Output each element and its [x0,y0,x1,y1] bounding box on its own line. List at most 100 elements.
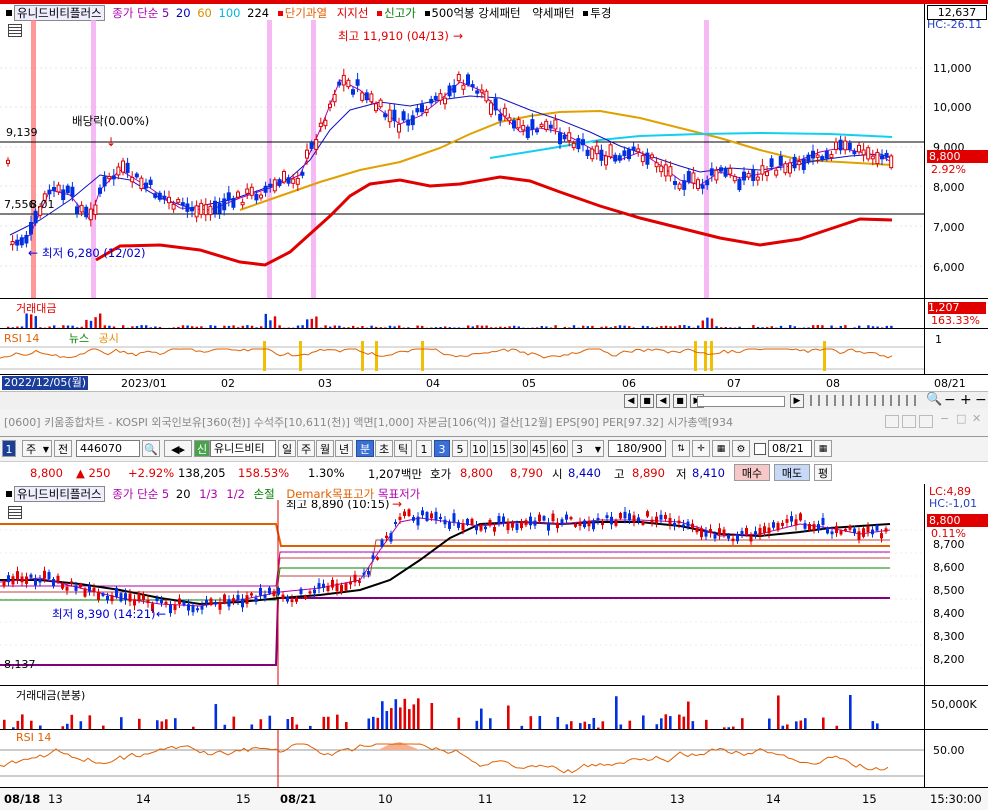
window-tools-icon[interactable] [885,415,899,428]
bottom-legend-demark-low[interactable]: 목표저가 [378,487,420,501]
scroll-play-button[interactable]: ◀ [656,394,670,408]
legend-investment-alert[interactable]: 투경 [590,6,611,20]
candle [853,528,856,534]
candle [387,109,392,123]
minute-60[interactable]: 60 [550,440,568,457]
legend-ma-20[interactable]: 20 [176,6,191,20]
legend-support[interactable]: 지지선 [337,6,369,20]
volume-panel[interactable]: 거래대금 [0,298,924,329]
minute-45[interactable]: 45 [530,440,548,457]
bottom-legend-ma-1-2[interactable]: 1/2 [226,487,245,501]
candle [227,599,231,607]
volume-bar [327,716,330,730]
minute-3[interactable]: 3 [434,440,450,457]
period-select[interactable]: 주 ▼ [22,440,52,457]
market-select[interactable]: 전 [54,440,72,457]
eval-button[interactable]: 평 [814,464,832,481]
stock-name-field[interactable]: 유니드비티 [210,440,276,457]
minute-volume-panel[interactable]: 거래대금(분봉) [0,685,924,730]
scroll-end-button[interactable]: ▶ [790,394,804,408]
prev-next-icon[interactable]: ◀▸ [164,440,192,457]
scroll-bar[interactable]: ◀ ■ ◀ ■ ▶ ▶ 🔍 − + − [0,391,988,410]
tab-1[interactable]: 1 [2,440,16,457]
zoom-minus-icon[interactable]: − [975,392,987,408]
candle [420,104,424,113]
candle [498,113,503,121]
count-select[interactable]: 3 ▼ [572,440,604,457]
candle [173,604,177,611]
legend-weak-pattern[interactable]: 약세패턴 [532,6,574,20]
price-chart[interactable]: 최고 11,910 (04/13) → 배당락(0.00%) ↓ 9,139 7… [0,20,924,298]
zoom-out-icon[interactable]: − [944,392,956,408]
zoom-range-icon[interactable] [810,395,920,406]
candle [33,210,38,224]
legend-new-high[interactable]: 신고가 [384,6,416,20]
candle [502,516,505,524]
bottom-legend-demark[interactable]: Demark목표고가 [286,487,374,501]
candle [820,156,825,161]
candle [470,518,474,525]
volume-bar [412,704,416,730]
period-tick[interactable]: 틱 [394,440,412,457]
bottom-legend-ma20[interactable]: 20 [176,487,191,501]
legend-ma-100[interactable]: 100 [219,6,241,20]
axis-tick: 10,000 [933,101,972,114]
candle [245,595,249,604]
chevron-down-icon: ▼ [42,445,49,454]
legend-ma-label[interactable]: 종가 단순 [112,6,158,20]
bottom-legend-ma[interactable]: 종가 단순 5 [112,487,169,501]
legend-ma-224[interactable]: 224 [247,6,269,20]
period-year[interactable]: 년 [335,440,353,457]
bottom-legend-stop[interactable]: 손절 [254,487,275,501]
zoom-plus-icon[interactable]: + [960,392,972,408]
legend-stock-name[interactable]: 유니드비티플러스 [14,5,105,21]
window-tools-icon[interactable] [919,415,933,428]
crosshair-icon[interactable]: ✛ [692,440,710,457]
date-input[interactable]: 08/21 [768,440,812,457]
gear-icon[interactable]: ⚙ [732,440,750,457]
minute-rsi-panel[interactable]: RSI 14 [0,729,924,788]
buy-button[interactable]: 매수 [734,464,770,481]
candle [6,159,10,164]
scroll-slider[interactable] [697,396,785,407]
candle [686,521,690,528]
window-tools-icon[interactable] [902,415,916,428]
minute-10[interactable]: 10 [470,440,488,457]
count-input[interactable]: 180/900 [608,440,666,457]
bottom-legend-ma-1-3[interactable]: 1/3 [199,487,218,501]
candle [452,513,456,523]
candle [130,176,135,183]
rsi-panel[interactable]: RSI 14 뉴스 공시 [0,328,924,375]
legend-overheat[interactable]: 단기과열 [285,6,327,20]
zoom-in-icon[interactable]: 🔍 [926,392,942,407]
indicator-icon[interactable]: ⇅ [672,440,690,457]
minute-30[interactable]: 30 [510,440,528,457]
period-week[interactable]: 주 [297,440,315,457]
search-icon[interactable]: 🔍 [142,440,160,457]
period-second[interactable]: 초 [375,440,393,457]
minute-15[interactable]: 15 [490,440,508,457]
scroll-stop-button[interactable]: ■ [673,394,687,408]
minute-price-chart[interactable]: 최고 8,890 (10:15) → 최저 8,390 (14:21) ← 8,… [0,500,924,685]
window-max-icon[interactable]: □ [956,412,966,425]
sell-button[interactable]: 매도 [774,464,810,481]
candle [714,169,719,181]
calendar-icon[interactable]: ▦ [814,440,832,457]
legend-pattern-500[interactable]: 500억봉 강세패턴 [432,6,521,20]
stock-code-input[interactable]: 446070 [76,440,140,457]
candle [162,195,167,199]
minute-1[interactable]: 1 [416,440,432,457]
date-checkbox[interactable] [754,443,766,455]
table-icon[interactable]: ▦ [712,440,730,457]
new-flag[interactable]: 신 [194,440,210,457]
period-minute[interactable]: 분 [356,440,374,457]
legend-ma-5[interactable]: 5 [162,6,169,20]
window-min-icon[interactable]: − [940,412,949,425]
scroll-first-button[interactable]: ■ [640,394,654,408]
legend-ma-60[interactable]: 60 [197,6,212,20]
period-month[interactable]: 월 [316,440,334,457]
minute-5[interactable]: 5 [452,440,468,457]
window-close-icon[interactable]: ✕ [972,412,981,425]
scroll-left-button[interactable]: ◀ [624,394,638,408]
period-day[interactable]: 일 [278,440,296,457]
